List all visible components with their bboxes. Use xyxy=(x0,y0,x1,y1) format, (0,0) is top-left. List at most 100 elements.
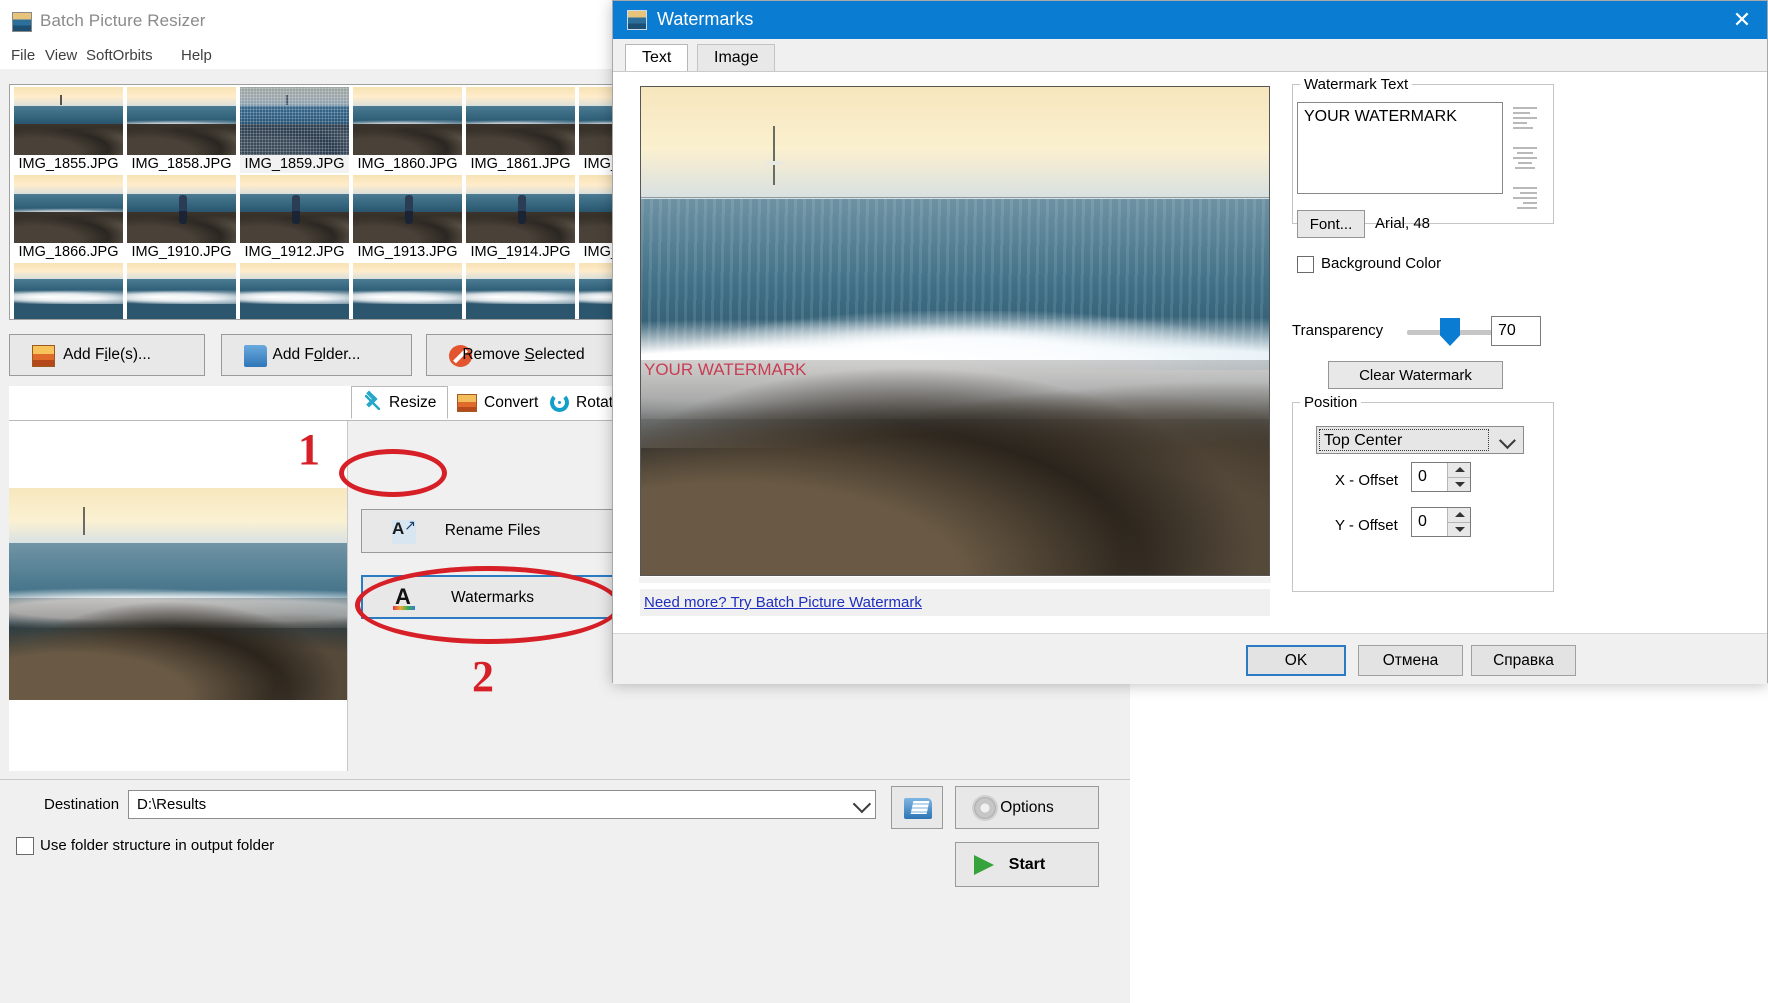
clear-watermark-button[interactable]: Clear Watermark xyxy=(1328,361,1503,389)
x-offset-spin-buttons[interactable] xyxy=(1447,463,1470,491)
thumbnail-item[interactable]: IMG_1860.JPG xyxy=(353,87,462,173)
y-offset-stepper[interactable]: 0 xyxy=(1411,507,1471,537)
thumbnail-label: IMG_1858.JPG xyxy=(131,156,232,172)
y-offset-decrement[interactable] xyxy=(1448,523,1470,537)
watermark-text-input[interactable]: YOUR WATERMARK xyxy=(1297,102,1503,194)
thumbnail-image xyxy=(240,87,349,155)
ok-button[interactable]: OK xyxy=(1246,645,1346,676)
x-offset-increment[interactable] xyxy=(1448,463,1470,478)
y-offset-spin-buttons[interactable] xyxy=(1447,508,1470,536)
thumbnail-item[interactable]: IMG_1866.JPG xyxy=(14,175,123,261)
menu-view[interactable]: View xyxy=(40,45,82,66)
transparency-label: Transparency xyxy=(1292,322,1384,339)
thumbnail-label: IMG_1914.JPG xyxy=(470,244,571,260)
x-offset-decrement[interactable] xyxy=(1448,478,1470,492)
convert-icon xyxy=(457,393,477,412)
annotation-ellipse-resize xyxy=(339,449,447,497)
destination-label: Destination xyxy=(44,796,120,813)
menu-file[interactable]: File xyxy=(6,45,40,66)
thumbnail-item[interactable]: IMG_1912.JPG xyxy=(240,175,349,261)
tab-text[interactable]: Text xyxy=(625,44,689,72)
thumbnail-label: IMG_1861.JPG xyxy=(470,156,571,172)
thumbnail-image xyxy=(14,263,123,319)
tab-resize[interactable]: Resize xyxy=(351,386,449,419)
align-left-icon[interactable] xyxy=(1513,104,1537,129)
thumbnail-image xyxy=(353,263,462,319)
thumbnail-image xyxy=(14,175,123,243)
thumbnail-image xyxy=(353,87,462,155)
thumbnail-item[interactable]: IMG_1859.JPG xyxy=(240,87,349,173)
preview-shadow xyxy=(639,577,1271,583)
add-files-button[interactable]: Add File(s)... xyxy=(9,334,205,376)
app-icon xyxy=(12,12,32,32)
browse-folder-button[interactable] xyxy=(891,786,943,829)
menu-softorbits[interactable]: SoftOrbits xyxy=(81,45,158,66)
close-icon[interactable]: ✕ xyxy=(1717,1,1767,39)
tab-resize-label: Resize xyxy=(389,393,437,411)
thumbnail-item[interactable] xyxy=(127,263,236,319)
rename-files-button[interactable]: Rename Files xyxy=(361,509,624,553)
thumbnail-item[interactable]: IMG_1914.JPG xyxy=(466,175,575,261)
thumbnail-label: IMG_1860.JPG xyxy=(357,156,458,172)
thumbnail-item[interactable]: IMG_1855.JPG xyxy=(14,87,123,173)
main-preview-image xyxy=(9,488,347,700)
thumbnail-label: IMG_1866.JPG xyxy=(18,244,119,260)
chevron-down-icon xyxy=(1498,432,1516,450)
position-combo[interactable]: Top Center xyxy=(1316,426,1524,454)
align-right-icon[interactable] xyxy=(1513,184,1537,209)
destination-bar: Destination D:\Results Options Start Use… xyxy=(0,779,1130,1003)
transparency-value-input[interactable]: 70 xyxy=(1491,316,1541,346)
x-offset-stepper[interactable]: 0 xyxy=(1411,462,1471,492)
dialog-app-icon xyxy=(627,10,647,30)
position-value: Top Center xyxy=(1324,432,1403,449)
thumbnail-item[interactable]: IMG_1913.JPG xyxy=(353,175,462,261)
options-label: Options xyxy=(1000,799,1054,816)
y-offset-value: 0 xyxy=(1418,513,1427,530)
options-button[interactable]: Options xyxy=(955,786,1099,829)
destination-combo[interactable]: D:\Results xyxy=(128,790,876,819)
help-button[interactable]: Справка xyxy=(1471,645,1576,676)
tab-convert[interactable]: Convert xyxy=(446,386,549,419)
menu-help[interactable]: Help xyxy=(176,45,217,66)
open-folder-icon xyxy=(904,798,932,819)
thumbnail-item[interactable] xyxy=(353,263,462,319)
add-folder-label: Add Folder... xyxy=(272,346,361,363)
font-value-label: Arial, 48 xyxy=(1375,215,1431,232)
tab-image[interactable]: Image xyxy=(697,44,776,72)
remove-selected-button[interactable]: Remove Selected xyxy=(426,334,621,376)
rename-files-label: Rename Files xyxy=(444,522,541,539)
cancel-button[interactable]: Отмена xyxy=(1358,645,1463,676)
thumbnail-item[interactable] xyxy=(466,263,575,319)
thumbnail-item[interactable]: IMG_1858.JPG xyxy=(127,87,236,173)
watermark-text-group-title: Watermark Text xyxy=(1300,76,1413,93)
annotation-number-1: 1 xyxy=(298,425,320,474)
dialog-content: YOUR WATERMARK Need more? Try Batch Pict… xyxy=(613,71,1767,634)
dialog-titlebar: Watermarks ✕ xyxy=(613,1,1767,39)
promo-link[interactable]: Need more? Try Batch Picture Watermark xyxy=(644,594,922,611)
destination-value: D:\Results xyxy=(137,796,207,813)
thumbnail-item[interactable]: IMG_1861.JPG xyxy=(466,87,575,173)
thumbnail-image xyxy=(466,87,575,155)
position-combo-focus-ring: Top Center xyxy=(1319,429,1489,451)
dialog-button-bar: OK Отмена Справка xyxy=(613,633,1767,684)
promo-link-bar: Need more? Try Batch Picture Watermark xyxy=(640,589,1270,616)
annotation-ellipse-watermarks xyxy=(355,566,621,644)
watermark-preview[interactable]: YOUR WATERMARK xyxy=(640,86,1270,576)
add-folder-button[interactable]: Add Folder... xyxy=(221,334,412,376)
y-offset-increment[interactable] xyxy=(1448,508,1470,523)
position-group-title: Position xyxy=(1300,394,1362,411)
watermarks-dialog: Watermarks ✕ Text Image YOUR WATERMARK N… xyxy=(612,0,1768,684)
background-color-checkbox[interactable] xyxy=(1297,256,1314,273)
use-folder-structure-checkbox[interactable] xyxy=(16,837,34,855)
thumbnail-item[interactable] xyxy=(14,263,123,319)
thumbnail-item[interactable]: IMG_1910.JPG xyxy=(127,175,236,261)
app-title: Batch Picture Resizer xyxy=(40,11,206,30)
font-button[interactable]: Font... xyxy=(1297,210,1365,238)
transparency-slider-thumb[interactable] xyxy=(1440,318,1460,346)
align-center-icon[interactable] xyxy=(1513,144,1537,169)
start-button[interactable]: Start xyxy=(955,842,1099,887)
thumbnail-image xyxy=(466,263,575,319)
background-color-label: Background Color xyxy=(1321,255,1442,272)
use-folder-structure-label: Use folder structure in output folder xyxy=(40,837,275,854)
thumbnail-item[interactable] xyxy=(240,263,349,319)
